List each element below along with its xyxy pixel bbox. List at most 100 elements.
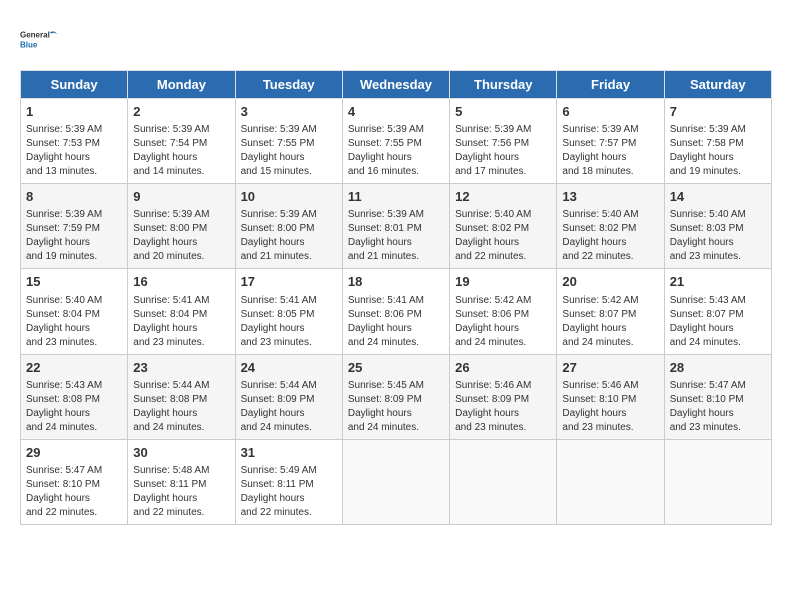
daylight-label: Daylight hours	[670, 408, 734, 419]
daylight-label: Daylight hours	[133, 237, 197, 248]
sunset-text: Sunset: 8:11 PM	[241, 479, 314, 490]
sunrise-text: Sunrise: 5:39 AM	[562, 124, 638, 135]
sunrise-text: Sunrise: 5:43 AM	[670, 295, 746, 306]
svg-text:General: General	[20, 31, 50, 40]
sunset-text: Sunset: 8:11 PM	[133, 479, 206, 490]
cell-content: 26 Sunrise: 5:46 AM Sunset: 8:09 PM Dayl…	[455, 359, 551, 435]
sunrise-text: Sunrise: 5:39 AM	[133, 124, 209, 135]
daylight-label: Daylight hours	[670, 152, 734, 163]
cell-content: 27 Sunrise: 5:46 AM Sunset: 8:10 PM Dayl…	[562, 359, 658, 435]
calendar-cell: 31 Sunrise: 5:49 AM Sunset: 8:11 PM Dayl…	[235, 439, 342, 524]
cell-content: 2 Sunrise: 5:39 AM Sunset: 7:54 PM Dayli…	[133, 103, 229, 179]
sunset-text: Sunset: 8:07 PM	[562, 309, 636, 320]
cell-content: 22 Sunrise: 5:43 AM Sunset: 8:08 PM Dayl…	[26, 359, 122, 435]
sunrise-text: Sunrise: 5:40 AM	[562, 209, 638, 220]
cell-content: 15 Sunrise: 5:40 AM Sunset: 8:04 PM Dayl…	[26, 273, 122, 349]
calendar-cell: 6 Sunrise: 5:39 AM Sunset: 7:57 PM Dayli…	[557, 99, 664, 184]
sunrise-text: Sunrise: 5:40 AM	[455, 209, 531, 220]
col-friday: Friday	[557, 71, 664, 99]
calendar-cell: 8 Sunrise: 5:39 AM Sunset: 7:59 PM Dayli…	[21, 184, 128, 269]
calendar-cell: 13 Sunrise: 5:40 AM Sunset: 8:02 PM Dayl…	[557, 184, 664, 269]
daylight-label: Daylight hours	[670, 323, 734, 334]
day-number: 23	[133, 359, 229, 377]
daylight-duration: and 21 minutes.	[241, 251, 312, 262]
calendar-cell: 26 Sunrise: 5:46 AM Sunset: 8:09 PM Dayl…	[450, 354, 557, 439]
sunrise-text: Sunrise: 5:49 AM	[241, 465, 317, 476]
day-number: 27	[562, 359, 658, 377]
sunrise-text: Sunrise: 5:41 AM	[348, 295, 424, 306]
daylight-duration: and 24 minutes.	[241, 422, 312, 433]
header: General Blue	[20, 20, 772, 60]
daylight-duration: and 22 minutes.	[562, 251, 633, 262]
day-number: 30	[133, 444, 229, 462]
daylight-duration: and 24 minutes.	[455, 337, 526, 348]
cell-content: 21 Sunrise: 5:43 AM Sunset: 8:07 PM Dayl…	[670, 273, 766, 349]
cell-content: 30 Sunrise: 5:48 AM Sunset: 8:11 PM Dayl…	[133, 444, 229, 520]
cell-content: 29 Sunrise: 5:47 AM Sunset: 8:10 PM Dayl…	[26, 444, 122, 520]
cell-content: 9 Sunrise: 5:39 AM Sunset: 8:00 PM Dayli…	[133, 188, 229, 264]
day-number: 16	[133, 273, 229, 291]
daylight-label: Daylight hours	[241, 408, 305, 419]
sunrise-text: Sunrise: 5:46 AM	[562, 380, 638, 391]
calendar-cell: 18 Sunrise: 5:41 AM Sunset: 8:06 PM Dayl…	[342, 269, 449, 354]
sunrise-text: Sunrise: 5:41 AM	[133, 295, 209, 306]
calendar-cell	[450, 439, 557, 524]
sunrise-text: Sunrise: 5:45 AM	[348, 380, 424, 391]
cell-content: 14 Sunrise: 5:40 AM Sunset: 8:03 PM Dayl…	[670, 188, 766, 264]
day-number: 13	[562, 188, 658, 206]
col-thursday: Thursday	[450, 71, 557, 99]
calendar-cell: 5 Sunrise: 5:39 AM Sunset: 7:56 PM Dayli…	[450, 99, 557, 184]
day-number: 5	[455, 103, 551, 121]
daylight-duration: and 16 minutes.	[348, 166, 419, 177]
col-saturday: Saturday	[664, 71, 771, 99]
cell-content: 28 Sunrise: 5:47 AM Sunset: 8:10 PM Dayl…	[670, 359, 766, 435]
daylight-label: Daylight hours	[455, 152, 519, 163]
cell-content: 1 Sunrise: 5:39 AM Sunset: 7:53 PM Dayli…	[26, 103, 122, 179]
cell-content: 25 Sunrise: 5:45 AM Sunset: 8:09 PM Dayl…	[348, 359, 444, 435]
daylight-duration: and 22 minutes.	[133, 507, 204, 518]
cell-content: 12 Sunrise: 5:40 AM Sunset: 8:02 PM Dayl…	[455, 188, 551, 264]
day-number: 15	[26, 273, 122, 291]
logo: General Blue	[20, 20, 64, 60]
sunset-text: Sunset: 8:02 PM	[455, 223, 529, 234]
daylight-label: Daylight hours	[348, 237, 412, 248]
sunset-text: Sunset: 8:06 PM	[348, 309, 422, 320]
daylight-label: Daylight hours	[348, 152, 412, 163]
sunset-text: Sunset: 8:03 PM	[670, 223, 744, 234]
calendar-week-1: 1 Sunrise: 5:39 AM Sunset: 7:53 PM Dayli…	[21, 99, 772, 184]
calendar-cell: 7 Sunrise: 5:39 AM Sunset: 7:58 PM Dayli…	[664, 99, 771, 184]
day-number: 20	[562, 273, 658, 291]
sunset-text: Sunset: 7:53 PM	[26, 138, 100, 149]
sunrise-text: Sunrise: 5:39 AM	[241, 124, 317, 135]
sunset-text: Sunset: 7:57 PM	[562, 138, 636, 149]
cell-content: 6 Sunrise: 5:39 AM Sunset: 7:57 PM Dayli…	[562, 103, 658, 179]
sunset-text: Sunset: 8:09 PM	[455, 394, 529, 405]
calendar-cell: 19 Sunrise: 5:42 AM Sunset: 8:06 PM Dayl…	[450, 269, 557, 354]
sunset-text: Sunset: 7:55 PM	[348, 138, 422, 149]
calendar-cell: 22 Sunrise: 5:43 AM Sunset: 8:08 PM Dayl…	[21, 354, 128, 439]
daylight-duration: and 24 minutes.	[348, 422, 419, 433]
daylight-label: Daylight hours	[241, 237, 305, 248]
cell-content: 16 Sunrise: 5:41 AM Sunset: 8:04 PM Dayl…	[133, 273, 229, 349]
sunrise-text: Sunrise: 5:42 AM	[455, 295, 531, 306]
sunrise-text: Sunrise: 5:46 AM	[455, 380, 531, 391]
calendar-cell	[557, 439, 664, 524]
sunrise-text: Sunrise: 5:39 AM	[26, 124, 102, 135]
calendar-cell: 3 Sunrise: 5:39 AM Sunset: 7:55 PM Dayli…	[235, 99, 342, 184]
sunset-text: Sunset: 8:07 PM	[670, 309, 744, 320]
daylight-duration: and 18 minutes.	[562, 166, 633, 177]
daylight-duration: and 21 minutes.	[348, 251, 419, 262]
cell-content: 11 Sunrise: 5:39 AM Sunset: 8:01 PM Dayl…	[348, 188, 444, 264]
daylight-duration: and 24 minutes.	[670, 337, 741, 348]
cell-content: 4 Sunrise: 5:39 AM Sunset: 7:55 PM Dayli…	[348, 103, 444, 179]
calendar-week-4: 22 Sunrise: 5:43 AM Sunset: 8:08 PM Dayl…	[21, 354, 772, 439]
day-number: 26	[455, 359, 551, 377]
daylight-duration: and 24 minutes.	[348, 337, 419, 348]
calendar-cell: 27 Sunrise: 5:46 AM Sunset: 8:10 PM Dayl…	[557, 354, 664, 439]
sunset-text: Sunset: 8:04 PM	[133, 309, 207, 320]
cell-content: 19 Sunrise: 5:42 AM Sunset: 8:06 PM Dayl…	[455, 273, 551, 349]
sunset-text: Sunset: 8:04 PM	[26, 309, 100, 320]
sunset-text: Sunset: 8:09 PM	[241, 394, 315, 405]
day-number: 29	[26, 444, 122, 462]
calendar-week-3: 15 Sunrise: 5:40 AM Sunset: 8:04 PM Dayl…	[21, 269, 772, 354]
